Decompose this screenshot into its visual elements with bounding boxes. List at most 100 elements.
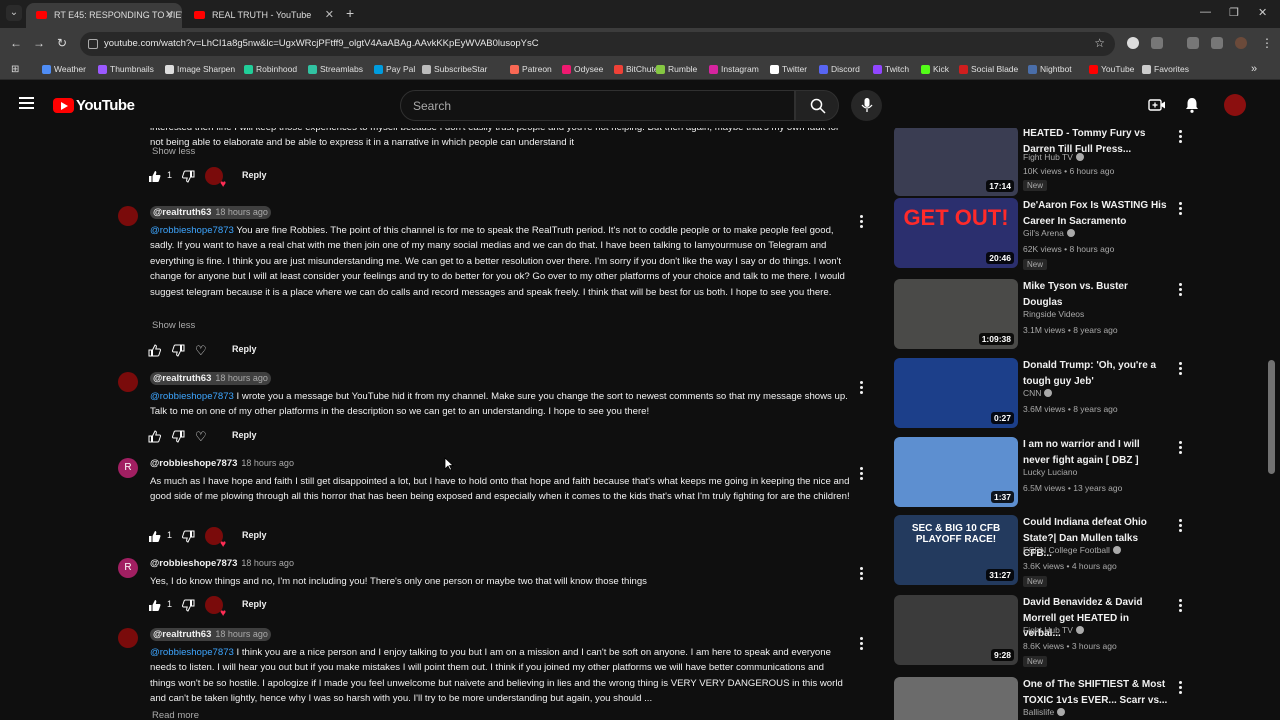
- related-video[interactable]: 9:28 David Benavidez & David Morrell get …: [893, 595, 1193, 670]
- bookmark-item[interactable]: Weather: [42, 64, 86, 74]
- related-video[interactable]: GET OUT! 20:46 De'Aaron Fox Is WASTING His…: [893, 198, 1193, 273]
- video-thumbnail[interactable]: [894, 677, 1018, 720]
- downloads-icon[interactable]: [1211, 37, 1223, 49]
- dislike-icon[interactable]: [182, 599, 195, 612]
- video-title[interactable]: One of The SHIFTIEST & Most TOXIC 1v1s E…: [1023, 677, 1169, 708]
- bookmark-item[interactable]: Kick: [921, 64, 949, 74]
- video-menu-icon[interactable]: [1179, 130, 1183, 145]
- comment-author[interactable]: @realtruth63 18 hours ago: [150, 372, 271, 385]
- channel-name[interactable]: ESPN College Football: [1023, 545, 1121, 555]
- comment-author[interactable]: @realtruth63 18 hours ago: [150, 206, 271, 219]
- restore-icon[interactable]: ❐: [1229, 6, 1239, 19]
- bookmark-item[interactable]: BitChute: [614, 64, 659, 74]
- extensions-puzzle-icon[interactable]: [1151, 37, 1163, 49]
- search-button[interactable]: [795, 90, 839, 121]
- search-input[interactable]: [413, 97, 783, 115]
- channel-name[interactable]: CNN: [1023, 388, 1053, 398]
- heart-icon[interactable]: ♡: [195, 429, 207, 445]
- channel-name[interactable]: Ballislife: [1023, 707, 1066, 717]
- bookmark-item[interactable]: Social Blade: [959, 64, 1018, 74]
- related-video[interactable]: 17:14 HEATED - Tommy Fury vs Darren Till …: [893, 128, 1193, 201]
- channel-name[interactable]: Lucky Luciano: [1023, 467, 1077, 477]
- avatar[interactable]: R: [118, 558, 138, 578]
- reply-button[interactable]: Reply: [242, 599, 267, 609]
- mention-link[interactable]: @robbieshope7873: [150, 647, 234, 658]
- comment-author[interactable]: @robbieshope7873 18 hours ago: [150, 458, 294, 469]
- video-menu-icon[interactable]: [1179, 599, 1183, 614]
- video-thumbnail[interactable]: GET OUT! 20:46: [894, 198, 1018, 268]
- video-menu-icon[interactable]: [1179, 441, 1183, 456]
- mention-link[interactable]: @robbieshope7873: [150, 225, 234, 236]
- close-tab-icon[interactable]: ✕: [325, 3, 334, 28]
- like-icon[interactable]: [148, 170, 161, 183]
- bookmark-item[interactable]: Twitter: [770, 64, 807, 74]
- video-thumbnail[interactable]: 0:27: [894, 358, 1018, 428]
- reading-list-icon[interactable]: [1187, 37, 1199, 49]
- like-icon[interactable]: [148, 599, 161, 612]
- address-bar[interactable]: youtube.com/watch?v=LhCI1a8g5nw&lc=UgxWR…: [80, 32, 1115, 56]
- bookmark-item[interactable]: Thumbnails: [98, 64, 154, 74]
- dislike-icon[interactable]: [172, 344, 185, 357]
- related-video[interactable]: SEC & BIG 10 CFB PLAYOFF RACE! 31:27 Could…: [893, 515, 1193, 590]
- heart-icon[interactable]: ♡: [195, 343, 207, 359]
- dislike-icon[interactable]: [182, 530, 195, 543]
- bookmark-item[interactable]: Streamlabs: [308, 64, 363, 74]
- channel-name[interactable]: Gil's Arena: [1023, 228, 1075, 238]
- video-menu-icon[interactable]: [1179, 202, 1183, 217]
- comment-author[interactable]: @realtruth63 18 hours ago: [150, 628, 271, 641]
- reply-button[interactable]: Reply: [232, 430, 257, 440]
- site-info-icon[interactable]: [88, 39, 98, 49]
- comment-menu-icon[interactable]: [860, 381, 864, 396]
- comment-menu-icon[interactable]: [860, 567, 864, 582]
- reply-button[interactable]: Reply: [232, 344, 257, 354]
- like-icon[interactable]: [148, 430, 161, 443]
- new-tab-button[interactable]: +: [346, 5, 354, 21]
- bookmark-item[interactable]: Nightbot: [1028, 64, 1072, 74]
- bookmark-item[interactable]: Image Sharpen: [165, 64, 235, 74]
- account-avatar[interactable]: [1224, 94, 1246, 116]
- video-menu-icon[interactable]: [1179, 681, 1183, 696]
- voice-search-button[interactable]: [851, 90, 882, 121]
- page-scrollbar[interactable]: [1268, 360, 1275, 474]
- bookmark-item[interactable]: Robinhood: [244, 64, 297, 74]
- browser-tab-active[interactable]: RT E45: RESPONDING TO VIEW ✕: [26, 3, 182, 28]
- related-video[interactable]: One of The SHIFTIEST & Most TOXIC 1v1s E…: [893, 677, 1193, 720]
- extension-icon[interactable]: [1127, 37, 1139, 49]
- bookmark-item[interactable]: Rumble: [656, 64, 697, 74]
- minimize-icon[interactable]: —: [1200, 6, 1211, 18]
- avatar[interactable]: [118, 372, 138, 392]
- dislike-icon[interactable]: [182, 170, 195, 183]
- avatar[interactable]: [118, 206, 138, 226]
- bookmark-item[interactable]: Discord: [819, 64, 860, 74]
- browser-tab[interactable]: REAL TRUTH - YouTube ✕: [184, 3, 342, 28]
- related-video[interactable]: 0:27 Donald Trump: 'Oh, you're a tough gu…: [893, 358, 1193, 433]
- show-less-button[interactable]: Show less: [152, 320, 195, 331]
- create-video-icon[interactable]: [1148, 96, 1166, 114]
- video-title[interactable]: Donald Trump: 'Oh, you're a tough guy Je…: [1023, 358, 1169, 389]
- bookmark-item[interactable]: SubscribeStar: [422, 64, 487, 74]
- apps-grid-icon[interactable]: ⊞: [11, 64, 19, 75]
- bookmark-item[interactable]: Instagram: [709, 64, 759, 74]
- show-less-button[interactable]: Show less: [152, 146, 195, 157]
- bookmark-star-icon[interactable]: ☆: [1094, 36, 1105, 50]
- related-video[interactable]: 1:37 I am no warrior and I will never fig…: [893, 437, 1193, 512]
- browser-menu-icon[interactable]: ⋮: [1261, 36, 1273, 50]
- comment-author[interactable]: @robbieshope7873 18 hours ago: [150, 558, 294, 569]
- video-thumbnail[interactable]: SEC & BIG 10 CFB PLAYOFF RACE! 31:27: [894, 515, 1018, 585]
- video-menu-icon[interactable]: [1179, 519, 1183, 534]
- video-title[interactable]: I am no warrior and I will never fight a…: [1023, 437, 1169, 468]
- profile-avatar[interactable]: [1235, 37, 1247, 49]
- bookmark-item[interactable]: YouTube: [1089, 64, 1134, 74]
- video-thumbnail[interactable]: 9:28: [894, 595, 1018, 665]
- more-bookmarks-icon[interactable]: »: [1251, 63, 1257, 75]
- dislike-icon[interactable]: [172, 430, 185, 443]
- read-more-button[interactable]: Read more: [152, 710, 199, 720]
- video-thumbnail[interactable]: 1:09:38: [894, 279, 1018, 349]
- reply-button[interactable]: Reply: [242, 530, 267, 540]
- reload-icon[interactable]: ↻: [57, 36, 67, 50]
- tab-search-button[interactable]: ⌄: [6, 5, 22, 21]
- avatar[interactable]: [118, 628, 138, 648]
- bookmark-item[interactable]: Twitch: [873, 64, 909, 74]
- video-thumbnail[interactable]: 1:37: [894, 437, 1018, 507]
- channel-name[interactable]: Fight Hub TV: [1023, 625, 1084, 635]
